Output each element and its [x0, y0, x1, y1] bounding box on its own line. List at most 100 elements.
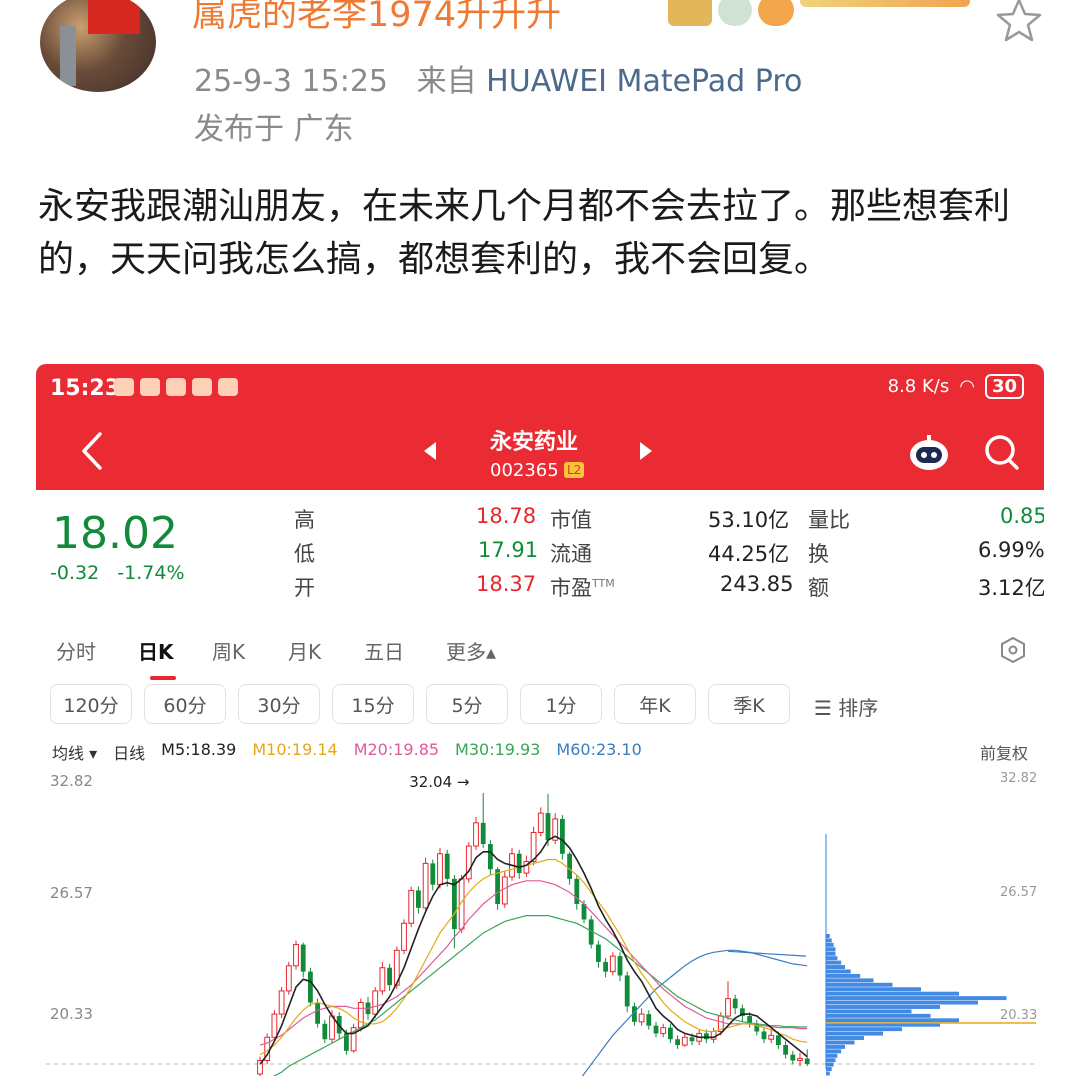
candle-body — [704, 1033, 709, 1040]
value-amount: 3.12亿 — [978, 576, 1044, 600]
post-date: 25-9-3 15:25 — [194, 64, 388, 99]
vip-badge-icon — [800, 0, 970, 7]
robot-assistant-icon[interactable] — [908, 434, 950, 472]
candle-body — [379, 967, 386, 992]
candle-body — [473, 822, 479, 847]
source-prefix: 来自 — [416, 64, 477, 99]
ma10-line — [259, 858, 808, 1056]
candle-body — [408, 889, 415, 924]
username[interactable]: 属虎的老李1974升升升 — [192, 0, 561, 37]
candle-body — [797, 1058, 803, 1061]
pill-1min[interactable]: 1分 — [520, 684, 602, 724]
status-right: 8.8 K/s ◠ 30 — [888, 374, 1024, 399]
candle-body — [545, 813, 551, 841]
candle-body — [776, 1035, 781, 1046]
candle-body — [516, 853, 522, 874]
volume-profile-bar — [826, 973, 861, 978]
candle-body — [437, 853, 443, 886]
ma30-line — [272, 915, 808, 1076]
avatar-flag-image — [88, 0, 140, 34]
tab-daily-k[interactable]: 日K — [138, 636, 174, 665]
next-stock-icon[interactable] — [640, 442, 652, 460]
pill-5min[interactable]: 5分 — [426, 684, 508, 724]
sort-button[interactable]: ☰ 排序 — [814, 692, 878, 721]
device-link[interactable]: HUAWEI MatePad Pro — [486, 64, 802, 99]
avatar-tower-image — [60, 26, 76, 86]
pill-60min[interactable]: 60分 — [144, 684, 226, 724]
pill-30min[interactable]: 30分 — [238, 684, 320, 724]
candle-body — [488, 844, 493, 870]
candle-body — [804, 1058, 810, 1064]
back-arrow-icon[interactable] — [72, 428, 112, 474]
volume-profile-bar — [826, 951, 836, 956]
y-tick-right: 26.57 — [1000, 885, 1037, 900]
candle-body — [322, 1023, 328, 1040]
kline-chart[interactable]: 32.82 26.57 20.33 32.82 26.57 20.33 32.0… — [36, 764, 1044, 1076]
status-time: 15:23 — [50, 376, 121, 401]
volume-profile-bar — [826, 1005, 940, 1009]
candle-body — [638, 1013, 645, 1023]
net-speed: 8.8 K/s — [887, 376, 950, 397]
user-avatar[interactable] — [40, 0, 156, 92]
pill-15min[interactable]: 15分 — [332, 684, 414, 724]
candle-body — [452, 878, 457, 930]
adjust-label[interactable]: 前复权 — [980, 740, 1028, 764]
label-low: 低 — [294, 542, 315, 566]
candle-body — [768, 1034, 775, 1040]
app-header: 15:23 8.8 K/s ◠ 30 永安药业 002365 L2 — [36, 364, 1044, 490]
volume-profile-bar — [826, 1027, 902, 1032]
ma60-label: M60:23.10 — [556, 740, 642, 759]
post-meta: 25-9-3 15:25 来自 HUAWEI MatePad Pro — [194, 56, 802, 100]
bird-badge-icon — [718, 0, 752, 26]
app-icon — [192, 378, 212, 396]
candle-body — [790, 1054, 796, 1061]
ma30-label: M30:19.93 — [455, 740, 541, 759]
change-percent: -1.74% — [117, 562, 185, 584]
volume-profile-bar — [826, 956, 838, 961]
candle-body — [293, 944, 299, 967]
value-volume-ratio: 0.85 — [1000, 504, 1044, 528]
candle-body — [761, 1031, 767, 1040]
price-change: -0.32 -1.74% — [50, 562, 185, 584]
settings-hex-icon[interactable] — [1000, 636, 1026, 664]
candle-body — [444, 853, 450, 879]
candle-body — [732, 998, 738, 1009]
prev-stock-icon[interactable] — [424, 442, 436, 460]
tab-monthly-k[interactable]: 月K — [288, 636, 321, 665]
ma5-label: M5:18.39 — [161, 740, 237, 759]
search-icon[interactable] — [980, 430, 1024, 474]
crown-badge-icon — [668, 0, 712, 26]
weibo-icon — [140, 378, 160, 396]
notification-icon — [114, 378, 134, 396]
volume-profile-bar — [826, 947, 836, 952]
volume-profile-bar — [826, 1036, 864, 1040]
candle-body — [278, 990, 285, 1015]
tab-five-day[interactable]: 五日 — [364, 636, 404, 665]
pill-year-k[interactable]: 年K — [614, 684, 696, 724]
candle-body — [422, 862, 429, 909]
candle-body — [495, 869, 500, 904]
pill-120min[interactable]: 120分 — [50, 684, 132, 724]
pe-ttm-sup: TTM — [592, 577, 615, 590]
tab-weekly-k[interactable]: 周K — [212, 636, 245, 665]
label-turnover: 换 — [808, 542, 829, 566]
stock-screenshot[interactable]: 15:23 8.8 K/s ◠ 30 永安药业 002365 L2 18.02 … — [36, 364, 1044, 1076]
candle-body — [308, 971, 313, 1003]
volume-profile-bar — [826, 982, 893, 987]
pill-season-k[interactable]: 季K — [708, 684, 790, 724]
fish-badge-icon — [758, 0, 794, 26]
value-market-cap: 53.10亿 — [708, 508, 790, 532]
avg-dropdown[interactable]: 均线 ▾ — [52, 740, 97, 764]
candle-body — [300, 944, 306, 972]
tab-more[interactable]: 更多▴ — [446, 636, 496, 665]
volume-profile-bar — [826, 934, 830, 938]
value-turnover: 6.99% — [978, 538, 1044, 562]
favorite-star-icon[interactable] — [994, 0, 1044, 46]
tab-intraday[interactable]: 分时 — [56, 636, 96, 665]
volume-profile-bar — [826, 1031, 883, 1036]
candle-body — [567, 853, 572, 879]
ma60-line-extension — [727, 950, 807, 957]
ma-legend: 均线 ▾ 日线 M5:18.39 M10:19.14 M20:19.85 M30… — [52, 740, 642, 764]
candle-body — [689, 1037, 695, 1042]
y-tick-right: 32.82 — [1000, 771, 1037, 786]
